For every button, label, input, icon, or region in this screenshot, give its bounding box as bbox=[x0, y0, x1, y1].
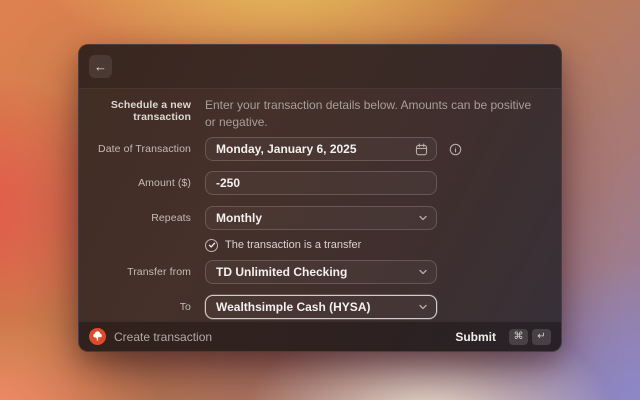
footer-action-label: Create transaction bbox=[114, 330, 212, 344]
transfer-checkbox[interactable] bbox=[205, 239, 218, 252]
to-value: Wealthsimple Cash (HYSA) bbox=[216, 300, 370, 314]
command-key-icon: ⌘ bbox=[509, 329, 528, 345]
transfer-to-row: To Wealthsimple Cash (HYSA) bbox=[95, 295, 545, 319]
to-label: To bbox=[95, 301, 191, 313]
date-input[interactable] bbox=[206, 138, 415, 160]
repeats-value: Monthly bbox=[216, 211, 262, 225]
chevron-down-icon bbox=[418, 267, 428, 277]
back-button[interactable]: ← bbox=[89, 55, 112, 78]
transfer-from-value: TD Unlimited Checking bbox=[216, 265, 347, 279]
check-icon bbox=[208, 241, 216, 249]
footer-action-info: Create transaction bbox=[89, 328, 212, 345]
amount-label: Amount ($) bbox=[95, 177, 191, 189]
calendar-icon[interactable] bbox=[415, 143, 436, 156]
section-description: Enter your transaction details below. Am… bbox=[205, 97, 545, 131]
transfer-checkbox-row[interactable]: The transaction is a transfer bbox=[205, 238, 545, 252]
schedule-transaction-dialog: ← Schedule a new transaction Enter your … bbox=[78, 44, 562, 352]
chevron-down-icon bbox=[418, 302, 428, 312]
submit-button[interactable]: Submit ⌘ ↵ bbox=[455, 329, 551, 345]
app-logo-tree-icon bbox=[89, 328, 106, 345]
transfer-from-select[interactable]: TD Unlimited Checking bbox=[205, 260, 437, 284]
info-icon[interactable] bbox=[449, 143, 545, 156]
date-field bbox=[205, 137, 437, 161]
date-row: Date of Transaction bbox=[95, 137, 545, 161]
amount-input[interactable] bbox=[206, 172, 436, 194]
amount-row: Amount ($) bbox=[95, 171, 545, 195]
date-label: Date of Transaction bbox=[95, 143, 191, 155]
dialog-content: Schedule a new transaction Enter your tr… bbox=[79, 89, 561, 321]
repeats-select[interactable]: Monthly bbox=[205, 206, 437, 230]
amount-field bbox=[205, 171, 437, 195]
to-select[interactable]: Wealthsimple Cash (HYSA) bbox=[205, 295, 437, 319]
chevron-down-icon bbox=[418, 213, 428, 223]
submit-label: Submit bbox=[455, 330, 496, 344]
dialog-header: ← bbox=[79, 45, 561, 89]
back-arrow-icon: ← bbox=[94, 60, 107, 73]
transfer-checkbox-label: The transaction is a transfer bbox=[225, 239, 361, 251]
return-key-icon: ↵ bbox=[532, 329, 551, 345]
transfer-from-label: Transfer from bbox=[95, 266, 191, 278]
repeats-label: Repeats bbox=[95, 212, 191, 224]
section-title: Schedule a new transaction bbox=[95, 97, 191, 123]
section-intro-row: Schedule a new transaction Enter your tr… bbox=[95, 97, 545, 131]
repeats-row: Repeats Monthly bbox=[95, 206, 545, 230]
dialog-footer: Create transaction Submit ⌘ ↵ bbox=[79, 321, 561, 351]
transfer-from-row: Transfer from TD Unlimited Checking bbox=[95, 260, 545, 284]
